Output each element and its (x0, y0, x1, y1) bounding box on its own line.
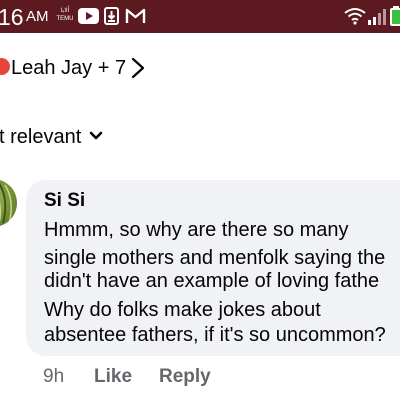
avatar[interactable] (0, 179, 17, 227)
comment-author[interactable]: Si Si (44, 189, 85, 213)
reactions-summary[interactable]: Leah Jay + 7 (11, 55, 126, 81)
status-time: 16 (0, 4, 24, 30)
status-bar: 16 AM ﺃﻻﺑﺎ TEMU (0, 0, 400, 33)
like-button[interactable]: Like (94, 365, 132, 389)
temu-icon: ﺃﻻﺑﺎ TEMU (56, 8, 74, 22)
reaction-badge (0, 58, 10, 75)
comment-text-line: Why do folks make jokes about (44, 299, 321, 321)
comment-timestamp: 9h (43, 366, 65, 387)
download-icon (104, 7, 119, 25)
wifi-icon (344, 8, 366, 25)
signal-icon (368, 9, 386, 25)
comment-filter-label[interactable]: t relevant (0, 124, 81, 150)
battery-icon (390, 6, 400, 26)
comment-text-line: didn't have an example of loving fathe (44, 270, 380, 292)
screen: 16 AM ﺃﻻﺑﺎ TEMU Leah Jay + 7 t relevant … (0, 0, 400, 400)
gmail-icon (125, 8, 146, 23)
reply-button[interactable]: Reply (159, 365, 211, 389)
chevron-right-icon[interactable] (130, 57, 146, 79)
chevron-down-icon[interactable] (89, 131, 103, 141)
comment-text-line: Hmmm, so why are there so many (44, 219, 349, 241)
avatar-image (0, 182, 12, 224)
temu-label: TEMU (56, 16, 74, 22)
status-ampm: AM (26, 8, 49, 25)
youtube-icon (78, 8, 99, 24)
comment-text-line: absentee fathers, if it's so uncommon? (44, 324, 386, 346)
